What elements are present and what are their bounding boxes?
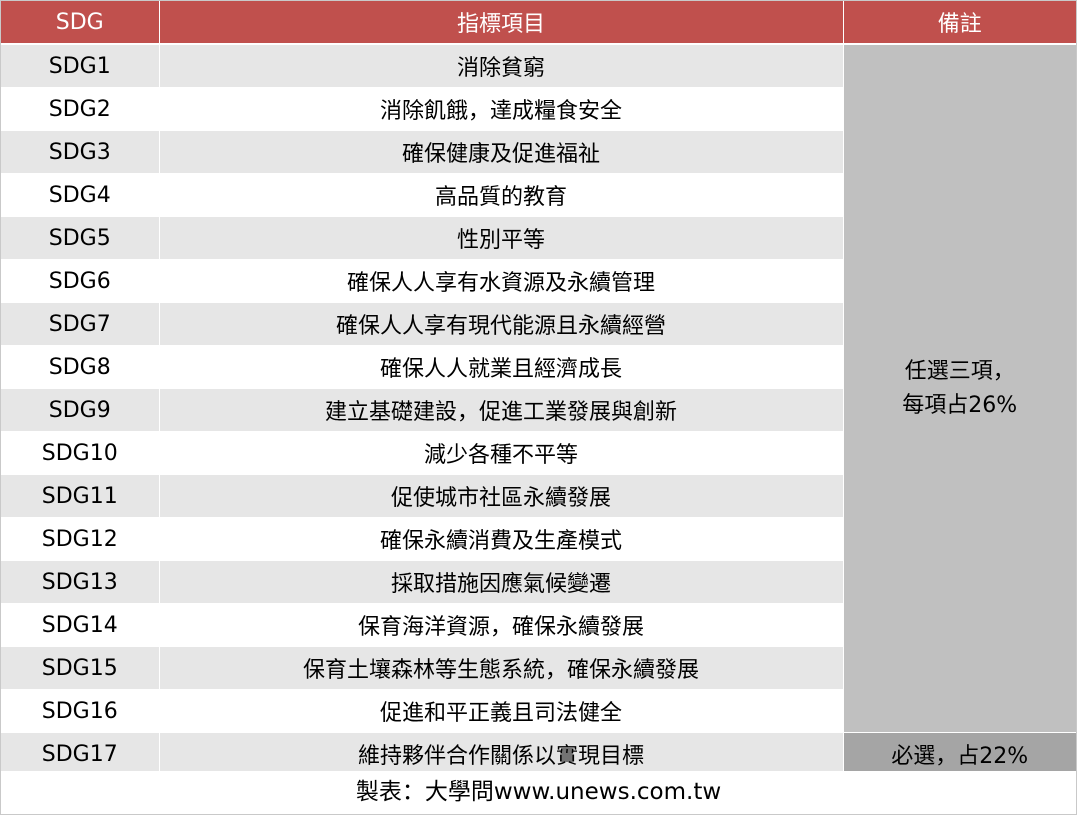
table-body: SDG1 消除貧窮 任選三項， 每項占26% SDG2 消除飢餓，達成糧食安全 … — [1, 44, 1076, 776]
sdg-item: 消除飢餓，達成糧食安全 — [159, 87, 844, 131]
sdg-code: SDG6 — [1, 259, 160, 303]
sdg-code: SDG7 — [1, 302, 160, 346]
sdg-table-sheet: SDG 指標項目 備註 SDG1 消除貧窮 任選三項， 每項占26% SDG2 … — [0, 0, 1077, 815]
header-row: SDG 指標項目 備註 — [1, 1, 1076, 45]
sdg-code: SDG4 — [1, 173, 160, 217]
sdg-item: 確保健康及促進福祉 — [159, 130, 844, 174]
table-header: SDG 指標項目 備註 — [1, 1, 1076, 45]
sdg-code: SDG13 — [1, 560, 160, 604]
sdg-item: 消除貧窮 — [159, 44, 844, 88]
sdg-code: SDG15 — [1, 646, 160, 690]
sdg-item: 減少各種不平等 — [159, 431, 844, 475]
sdg-item: 促進和平正義且司法健全 — [159, 689, 844, 733]
sdg-code: SDG1 — [1, 44, 160, 88]
sdg-item: 確保人人享有水資源及永續管理 — [159, 259, 844, 303]
sdg-item: 高品質的教育 — [159, 173, 844, 217]
sdg-item: 維持夥伴合作關係以實現目標 — [159, 732, 844, 776]
sdg-item: 確保人人就業且經濟成長 — [159, 345, 844, 389]
required-note: 必選，占22% — [843, 732, 1076, 776]
sdg-item: 確保人人享有現代能源且永續經營 — [159, 302, 844, 346]
elective-note-line1: 任選三項， — [904, 358, 1015, 384]
table-row: SDG1 消除貧窮 任選三項， 每項占26% — [1, 44, 1076, 733]
header-indicator: 指標項目 — [159, 1, 844, 45]
sdg-item: 性別平等 — [159, 216, 844, 260]
elective-note-line2: 每項占26% — [902, 392, 1018, 418]
sdg-code: SDG14 — [1, 603, 160, 647]
sdg-code: SDG10 — [1, 431, 160, 475]
sdg-code: SDG17 — [1, 732, 160, 776]
sdg-code: SDG16 — [1, 689, 160, 733]
sdg-code: SDG11 — [1, 474, 160, 518]
table-caption: 製表：大學問www.unews.com.tw — [1, 771, 1076, 813]
sdg-item: 促使城市社區永續發展 — [159, 474, 844, 518]
elective-note: 任選三項， 每項占26% — [843, 44, 1076, 733]
sdg-code: SDG8 — [1, 345, 160, 389]
sdg-code: SDG9 — [1, 388, 160, 432]
sdg-item: 確保永續消費及生產模式 — [159, 517, 844, 561]
header-remarks: 備註 — [843, 1, 1076, 45]
sdg-table: SDG 指標項目 備註 SDG1 消除貧窮 任選三項， 每項占26% SDG2 … — [1, 1, 1076, 776]
sdg-code: SDG5 — [1, 216, 160, 260]
sdg-item: 採取措施因應氣候變遷 — [159, 560, 844, 604]
sdg-code: SDG2 — [1, 87, 160, 131]
header-sdg: SDG — [1, 1, 160, 45]
table-row: SDG17 維持夥伴合作關係以實現目標 必選，占22% — [1, 732, 1076, 776]
sdg-item: 保育海洋資源，確保永續發展 — [159, 603, 844, 647]
sdg-item: 保育土壤森林等生態系統，確保永續發展 — [159, 646, 844, 690]
sdg-item: 建立基礎建設，促進工業發展與創新 — [159, 388, 844, 432]
sdg-code: SDG3 — [1, 130, 160, 174]
sdg-code: SDG12 — [1, 517, 160, 561]
